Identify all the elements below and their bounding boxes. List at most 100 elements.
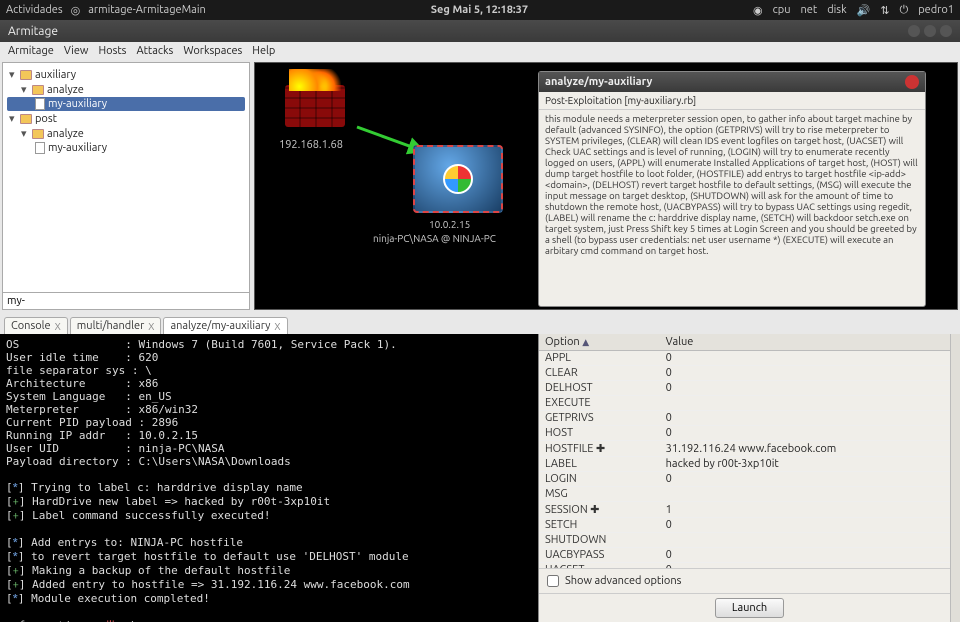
options-header-option[interactable]: Option ▲ — [539, 334, 660, 351]
menu-armitage[interactable]: Armitage — [8, 45, 54, 57]
tree-node-post-analyze[interactable]: ▾analyze — [7, 126, 245, 141]
tab-multi-handler[interactable]: multi/handlerX — [70, 317, 162, 334]
option-row[interactable]: LABELhacked by r00t-3xp10it — [539, 457, 960, 472]
option-value[interactable]: 0 — [660, 426, 960, 441]
option-value[interactable] — [660, 487, 960, 502]
folder-icon — [20, 70, 32, 80]
option-row[interactable]: EXECUTE — [539, 396, 960, 411]
option-row[interactable]: DELHOST0 — [539, 381, 960, 396]
option-name: CLEAR — [539, 366, 660, 381]
menu-workspaces[interactable]: Workspaces — [183, 45, 242, 57]
dialog-description: this module needs a meterpreter session … — [539, 110, 925, 259]
tree-filter-input[interactable] — [3, 293, 249, 309]
target-icon: ◎ — [71, 4, 81, 17]
option-name: LOGIN — [539, 472, 660, 487]
dialog-close-button[interactable] — [905, 75, 919, 89]
option-value[interactable]: 1 — [660, 502, 960, 518]
host2-ip: 10.0.2.15 — [429, 219, 470, 230]
console[interactable]: OS : Windows 7 (Build 7601, Service Pack… — [0, 334, 538, 622]
volume-icon[interactable]: 🔊 — [857, 4, 871, 17]
module-tree-pane: ▾auxiliary ▾analyze my-auxiliary ▾post ▾… — [2, 62, 250, 310]
tree-node-auxiliary[interactable]: ▾auxiliary — [7, 67, 245, 82]
host2-name: ninja-PC\NASA @ NINJA-PC — [373, 233, 496, 244]
app-name[interactable]: armitage-ArmitageMain — [88, 4, 206, 16]
tab-close-icon[interactable]: X — [148, 321, 154, 332]
option-name: LABEL — [539, 457, 660, 472]
option-row[interactable]: UACBYPASS0 — [539, 548, 960, 563]
tab-close-icon[interactable]: X — [55, 321, 61, 332]
menu-attacks[interactable]: Attacks — [136, 45, 173, 57]
net-indicator[interactable]: net — [801, 4, 818, 16]
window-titlebar[interactable]: Armitage — [0, 20, 960, 42]
activities-button[interactable]: Actividades — [6, 4, 63, 16]
file-icon — [35, 98, 45, 110]
option-row[interactable]: GETPRIVS0 — [539, 411, 960, 426]
option-name: EXECUTE — [539, 396, 660, 411]
tab-console[interactable]: ConsoleX — [4, 317, 68, 334]
window-minimize-button[interactable] — [908, 25, 920, 37]
dialog-titlebar[interactable]: analyze/my-auxiliary — [539, 72, 925, 92]
show-advanced-label: Show advanced options — [565, 575, 681, 587]
tab-analyze-my-auxiliary[interactable]: analyze/my-auxiliaryX — [163, 317, 287, 334]
options-header-value[interactable]: Value — [660, 334, 960, 351]
host-target[interactable] — [413, 145, 503, 213]
option-value[interactable] — [660, 396, 960, 411]
option-name: UACBYPASS — [539, 548, 660, 563]
dialog-subtitle: Post-Exploitation [my-auxiliary.rb] — [539, 92, 925, 110]
brick-icon — [285, 85, 345, 127]
flame-icon — [289, 69, 341, 91]
option-row[interactable]: HOSTFILE ✚31.192.116.24 www.facebook.com — [539, 441, 960, 457]
windows-logo-icon — [443, 164, 473, 194]
menu-view[interactable]: View — [64, 45, 89, 57]
tree-node-my-auxiliary[interactable]: my-auxiliary — [7, 97, 245, 111]
option-row[interactable]: LOGIN0 — [539, 472, 960, 487]
option-row[interactable]: SHUTDOWN — [539, 533, 960, 548]
option-value[interactable]: 0 — [660, 381, 960, 396]
option-value[interactable]: 0 — [660, 366, 960, 381]
option-value[interactable]: 0 — [660, 472, 960, 487]
menu-hosts[interactable]: Hosts — [98, 45, 126, 57]
option-row[interactable]: APPL0 — [539, 351, 960, 366]
option-row[interactable]: HOST0 — [539, 426, 960, 441]
cpu-indicator[interactable]: cpu — [773, 4, 791, 16]
accessibility-icon[interactable]: ◉ — [753, 4, 763, 17]
option-value[interactable]: 0 — [660, 411, 960, 426]
gnome-topbar: Actividades ◎ armitage-ArmitageMain Seg … — [0, 0, 960, 20]
clock[interactable]: Seg Mai 5, 12:18:37 — [206, 4, 753, 16]
tree-node-post-my-auxiliary[interactable]: my-auxiliary — [7, 141, 245, 155]
folder-icon — [32, 129, 44, 139]
window-close-button[interactable] — [940, 25, 952, 37]
disk-indicator[interactable]: disk — [827, 4, 846, 16]
option-name: SESSION ✚ — [539, 502, 660, 518]
option-value[interactable]: 31.192.116.24 www.facebook.com — [660, 441, 960, 457]
file-icon — [35, 142, 45, 154]
power-icon[interactable]: ⏻ — [900, 4, 909, 17]
scrollbar[interactable] — [950, 334, 960, 622]
window-maximize-button[interactable] — [924, 25, 936, 37]
targets-canvas[interactable]: 192.168.1.68 10.0.2.15 ninja-PC\NASA @ N… — [254, 62, 958, 310]
show-advanced-checkbox[interactable] — [547, 575, 559, 587]
option-value[interactable] — [660, 533, 960, 548]
option-value[interactable]: 0 — [660, 548, 960, 563]
launch-button[interactable]: Launch — [715, 598, 784, 618]
options-table[interactable]: Option ▲ Value APPL0CLEAR0DELHOST0EXECUT… — [539, 334, 960, 568]
option-row[interactable]: SETCH0 — [539, 518, 960, 533]
host-firewall[interactable] — [285, 73, 355, 133]
tab-close-icon[interactable]: X — [274, 321, 280, 332]
option-value[interactable]: hacked by r00t-3xp10it — [660, 457, 960, 472]
option-value[interactable]: 0 — [660, 518, 960, 533]
network-icon[interactable]: ⇅ — [880, 4, 889, 17]
module-dialog[interactable]: analyze/my-auxiliary Post-Exploitation [… — [538, 71, 926, 307]
option-name: SETCH — [539, 518, 660, 533]
option-name: HOSTFILE ✚ — [539, 441, 660, 457]
menu-help[interactable]: Help — [252, 45, 275, 57]
tree-node-analyze[interactable]: ▾analyze — [7, 82, 245, 97]
tree-node-post[interactable]: ▾post — [7, 111, 245, 126]
user-menu[interactable]: pedro1 — [918, 4, 954, 16]
option-value[interactable]: 0 — [660, 351, 960, 366]
option-row[interactable]: CLEAR0 — [539, 366, 960, 381]
option-row[interactable]: SESSION ✚1 — [539, 502, 960, 518]
option-row[interactable]: MSG — [539, 487, 960, 502]
module-tree[interactable]: ▾auxiliary ▾analyze my-auxiliary ▾post ▾… — [3, 63, 249, 292]
dialog-title: analyze/my-auxiliary — [545, 76, 652, 88]
